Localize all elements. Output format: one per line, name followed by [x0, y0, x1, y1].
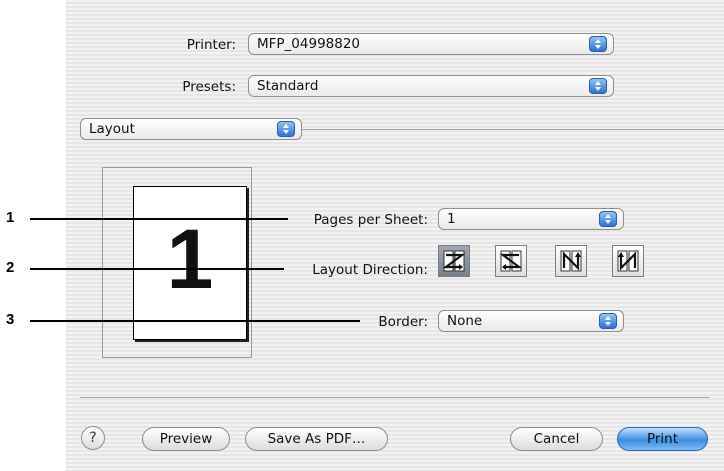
pane-value: Layout: [89, 121, 135, 137]
layout-direction-n-button[interactable]: [555, 245, 587, 277]
border-popup[interactable]: None: [438, 310, 624, 332]
printer-popup[interactable]: MFP_04998820: [248, 33, 614, 55]
popup-arrows-icon: [277, 121, 295, 137]
presets-value: Standard: [257, 78, 319, 94]
layout-direction-label: Layout Direction:: [312, 262, 428, 278]
printer-label: Printer:: [186, 37, 236, 53]
callout-line-1: [30, 218, 288, 220]
presets-label: Presets:: [182, 79, 236, 95]
popup-arrows-icon: [589, 78, 607, 94]
border-label: Border:: [378, 314, 428, 330]
print-button[interactable]: Print: [617, 427, 708, 451]
layout-direction-reverse-n-button[interactable]: [612, 245, 644, 277]
preview-page-number: 1: [166, 212, 214, 306]
layout-direction-reverse-z-button[interactable]: [495, 245, 527, 277]
popup-arrows-icon: [599, 211, 617, 227]
bottom-separator: [80, 397, 710, 398]
callout-line-2: [30, 268, 284, 270]
pane-popup[interactable]: Layout: [80, 118, 302, 140]
preview-button[interactable]: Preview: [142, 427, 230, 451]
cancel-button[interactable]: Cancel: [510, 427, 603, 451]
pages-per-sheet-label: Pages per Sheet:: [313, 212, 428, 228]
reverse-z-order-icon: [499, 250, 523, 272]
callout-2: 2: [6, 259, 15, 276]
help-button[interactable]: ?: [81, 426, 105, 450]
z-order-icon: [442, 250, 466, 272]
popup-arrows-icon: [589, 36, 607, 52]
pages-per-sheet-value: 1: [447, 211, 456, 227]
layout-direction-z-button[interactable]: [438, 245, 470, 277]
callout-3: 3: [6, 311, 15, 328]
printer-value: MFP_04998820: [257, 36, 361, 52]
presets-popup[interactable]: Standard: [248, 75, 614, 97]
pages-per-sheet-popup[interactable]: 1: [438, 208, 624, 230]
popup-arrows-icon: [599, 313, 617, 329]
reverse-n-order-icon: [617, 250, 639, 272]
layout-preview-page: 1: [133, 186, 247, 340]
callout-1: 1: [6, 209, 15, 226]
save-as-pdf-button[interactable]: Save As PDF…: [245, 427, 388, 451]
border-value: None: [447, 313, 483, 329]
n-order-icon: [560, 250, 582, 272]
